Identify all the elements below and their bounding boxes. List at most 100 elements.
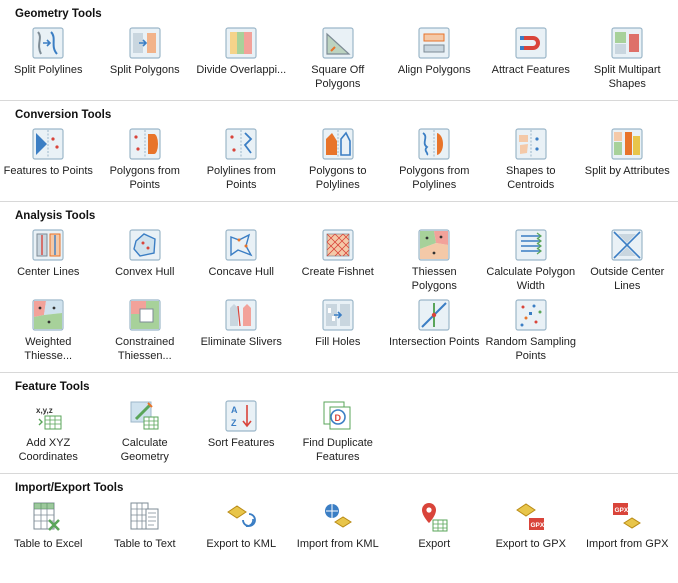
tool-table-to-text-button[interactable]: Table to Text: [97, 498, 194, 568]
tool-grid: Table to Excel Table to Text Export to KML…: [0, 498, 678, 568]
table-to-text-icon: [128, 500, 162, 534]
tool-label: Convex Hull: [115, 266, 175, 278]
tool-grid: Split Polylines Split Polygons Divide Over…: [0, 24, 678, 94]
tool-create-fishnet-button[interactable]: Create Fishnet: [290, 226, 387, 296]
tool-export-to-kml-button[interactable]: Export to KML: [193, 498, 290, 568]
tool-label: Import from GPX: [585, 538, 669, 550]
tool-label: Add XYZ Coordinates: [18, 437, 78, 463]
polylines-from-points-icon: [224, 127, 258, 161]
tool-calculate-polygon-width-button[interactable]: Calculate Polygon Width: [483, 226, 580, 296]
tool-label: Polygons to Polylines: [309, 165, 367, 191]
svg-text:D: D: [334, 413, 341, 423]
tool-split-multipart-button[interactable]: Split Multipart Shapes: [579, 24, 676, 94]
tool-fill-holes-button[interactable]: Fill Holes: [290, 296, 387, 366]
tool-label: Polygons from Polylines: [399, 165, 470, 191]
tool-split-by-attributes-button[interactable]: Split by Attributes: [579, 125, 676, 195]
tool-attract-features-button[interactable]: Attract Features: [483, 24, 580, 94]
tool-shapes-to-centroids-button[interactable]: Shapes to Centroids: [483, 125, 580, 195]
split-polylines-icon: [31, 26, 65, 60]
tool-random-sampling-points-button[interactable]: Random Sampling Points: [483, 296, 580, 366]
create-fishnet-icon: [321, 228, 355, 262]
tool-label: Random Sampling Points: [485, 336, 577, 362]
tool-outside-center-lines-button[interactable]: Outside Center Lines: [579, 226, 676, 296]
tool-find-duplicate-features-button[interactable]: D Find Duplicate Features: [290, 397, 387, 467]
tool-label: Eliminate Slivers: [200, 336, 282, 348]
tool-divide-overlapping-button[interactable]: Divide Overlappi...: [193, 24, 290, 94]
export-icon: [417, 500, 451, 534]
split-by-attributes-icon: [610, 127, 644, 161]
tool-convex-hull-button[interactable]: Convex Hull: [97, 226, 194, 296]
tool-export-to-gpx-button[interactable]: GPX Export to GPX: [483, 498, 580, 568]
section-conversion-tools: Conversion Tools Features to Points Polygo…: [0, 101, 678, 202]
tool-label: Intersection Points: [389, 336, 480, 348]
convex-hull-icon: [128, 228, 162, 262]
tool-import-from-gpx-button[interactable]: GPX Import from GPX: [579, 498, 676, 568]
tool-label: Table to Excel: [14, 538, 83, 550]
tool-polygons-from-points-button[interactable]: Polygons from Points: [97, 125, 194, 195]
svg-text:Z: Z: [231, 418, 237, 428]
tool-features-to-points-button[interactable]: Features to Points: [0, 125, 97, 195]
import-from-kml-icon: [321, 500, 355, 534]
tool-label: Attract Features: [491, 64, 570, 76]
tool-constrained-thiessen-button[interactable]: Constrained Thiessen...: [97, 296, 194, 366]
table-to-excel-icon: [31, 500, 65, 534]
tool-label: Center Lines: [17, 266, 80, 278]
tool-polygons-to-polylines-button[interactable]: Polygons to Polylines: [290, 125, 387, 195]
tool-label: Constrained Thiessen...: [115, 336, 175, 362]
section-analysis-tools: Analysis Tools Center Lines Convex Hull Con…: [0, 202, 678, 373]
tool-label: Split Multipart Shapes: [593, 64, 661, 90]
tool-intersection-points-button[interactable]: Intersection Points: [386, 296, 483, 366]
tool-label: Calculate Geometry: [120, 437, 169, 463]
eliminate-slivers-icon: [224, 298, 258, 332]
tool-weighted-thiessen-button[interactable]: Weighted Thiesse...: [0, 296, 97, 366]
tool-label: Align Polygons: [397, 64, 471, 76]
tool-label: Concave Hull: [208, 266, 274, 278]
tool-polylines-from-points-button[interactable]: Polylines from Points: [193, 125, 290, 195]
outside-center-lines-icon: [610, 228, 644, 262]
tool-grid: Features to Points Polygons from Points Po…: [0, 125, 678, 195]
tool-eliminate-slivers-button[interactable]: Eliminate Slivers: [193, 296, 290, 366]
tool-split-polygons-button[interactable]: Split Polygons: [97, 24, 194, 94]
tool-add-xyz-coordinates-button[interactable]: x,y,z Add XYZ Coordinates: [0, 397, 97, 467]
tool-label: Export to KML: [206, 538, 277, 550]
tool-import-from-kml-button[interactable]: Import from KML: [290, 498, 387, 568]
align-polygons-icon: [417, 26, 451, 60]
calculate-polygon-width-icon: [514, 228, 548, 262]
tool-sort-features-button[interactable]: A Z Sort Features: [193, 397, 290, 467]
tool-label: Divide Overlappi...: [196, 64, 287, 76]
tool-grid: x,y,z Add XYZ Coordinates Calculate Geomet…: [0, 397, 678, 467]
svg-text:A: A: [231, 405, 238, 415]
concave-hull-icon: [224, 228, 258, 262]
svg-text:GPX: GPX: [615, 507, 629, 514]
tool-thiessen-polygons-button[interactable]: Thiessen Polygons: [386, 226, 483, 296]
tool-export-button[interactable]: Export: [386, 498, 483, 568]
tool-center-lines-button[interactable]: Center Lines: [0, 226, 97, 296]
polygons-to-polylines-icon: [321, 127, 355, 161]
tool-grid: Center Lines Convex Hull Concave Hull Creat…: [0, 226, 678, 366]
section-title: Geometry Tools: [15, 8, 102, 20]
polygons-from-points-icon: [128, 127, 162, 161]
tool-label: Features to Points: [3, 165, 93, 177]
export-to-kml-icon: [224, 500, 258, 534]
tool-label: Split Polygons: [109, 64, 180, 76]
split-multipart-icon: [610, 26, 644, 60]
fill-holes-icon: [321, 298, 355, 332]
tool-polygons-from-polylines-button[interactable]: Polygons from Polylines: [386, 125, 483, 195]
svg-text:x,y,z: x,y,z: [36, 406, 53, 415]
divide-overlapping-icon: [224, 26, 258, 60]
tool-label: Shapes to Centroids: [505, 165, 556, 191]
tool-calculate-geometry-button[interactable]: Calculate Geometry: [97, 397, 194, 467]
shapes-to-centroids-icon: [514, 127, 548, 161]
section-import-export-tools: Import/Export Tools Table to Excel Table t…: [0, 474, 678, 574]
tool-split-polylines-button[interactable]: Split Polylines: [0, 24, 97, 94]
tool-table-to-excel-button[interactable]: Table to Excel: [0, 498, 97, 568]
tool-label: Create Fishnet: [301, 266, 374, 278]
tool-label: Sort Features: [207, 437, 275, 449]
random-sampling-points-icon: [514, 298, 548, 332]
tool-align-polygons-button[interactable]: Align Polygons: [386, 24, 483, 94]
tool-concave-hull-button[interactable]: Concave Hull: [193, 226, 290, 296]
tool-label: Find Duplicate Features: [302, 437, 373, 463]
center-lines-icon: [31, 228, 65, 262]
weighted-thiessen-icon: [31, 298, 65, 332]
tool-square-off-polygons-button[interactable]: Square Off Polygons: [290, 24, 387, 94]
